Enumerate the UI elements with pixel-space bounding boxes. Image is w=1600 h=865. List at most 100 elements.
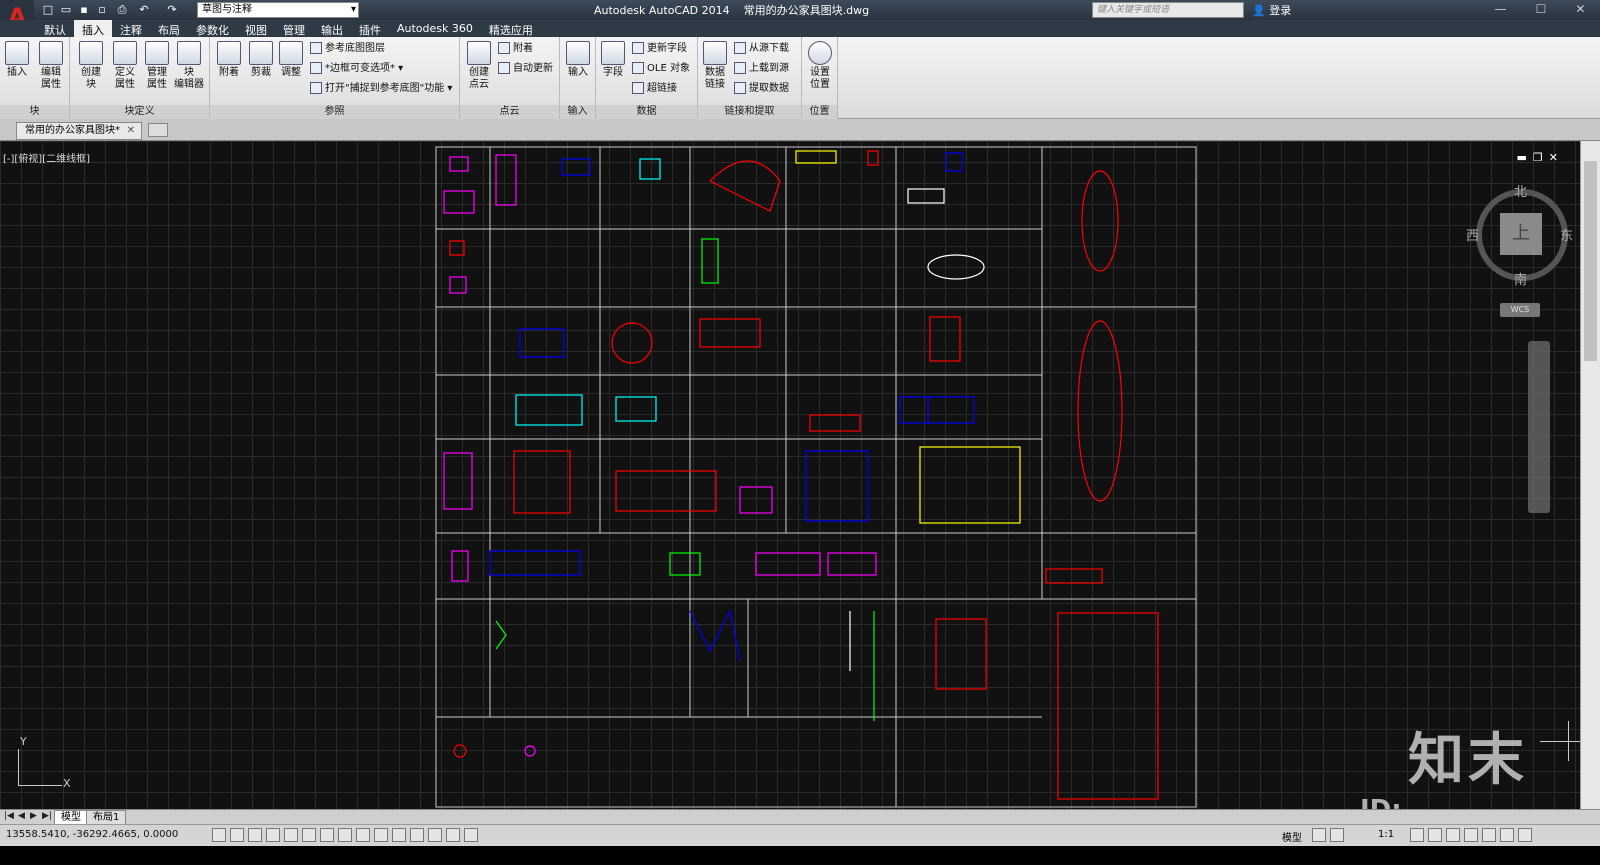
tab-plugins[interactable]: 插件 (351, 20, 389, 37)
panel-link-extract-title[interactable]: 链接和提取 (698, 105, 801, 119)
set-location-button[interactable]: 设置 位置 (805, 41, 835, 91)
first-layout-icon[interactable]: |◀ (4, 811, 14, 821)
upload-to-source-button[interactable]: 上载到源 (734, 61, 789, 77)
ortho-mode-icon[interactable] (266, 828, 280, 842)
define-attribute-button[interactable]: 定义 属性 (110, 41, 140, 91)
undo-icon[interactable]: ↶ (136, 2, 152, 18)
insert-block-button[interactable]: 插入 (2, 41, 32, 79)
update-fields-button[interactable]: 更新字段 (632, 41, 687, 57)
hyperlink-button[interactable]: 超链接 (632, 81, 677, 97)
status-menu-icon[interactable] (1500, 828, 1514, 842)
login-button[interactable]: 👤 登录 (1252, 2, 1291, 18)
point-cloud-attach-button[interactable]: 附着 (498, 41, 533, 57)
panel-import-title[interactable]: 输入 (560, 105, 595, 119)
manage-attribute-button[interactable]: 管理 属性 (142, 41, 172, 91)
viewcube-top-face[interactable]: 上 (1500, 213, 1542, 255)
adjust-button[interactable]: 调整 (276, 41, 306, 79)
last-layout-icon[interactable]: ▶| (42, 811, 52, 821)
lineweight-icon[interactable] (392, 828, 406, 842)
import-button[interactable]: 输入 (563, 41, 593, 79)
tab-layout1[interactable]: 布局1 (86, 810, 127, 825)
clip-button[interactable]: 剪裁 (246, 41, 276, 79)
hardware-acceleration-icon[interactable] (1464, 828, 1478, 842)
viewport-controls-label[interactable]: [-][俯视][二维线框] (3, 150, 90, 165)
panel-location-title[interactable]: 位置 (802, 105, 837, 119)
minimize-viewport-icon[interactable]: ▬ (1517, 151, 1533, 164)
ole-object-button[interactable]: OLE 对象 (632, 61, 690, 77)
scroll-thumb[interactable] (1584, 161, 1597, 361)
clean-screen-icon[interactable] (1518, 828, 1532, 842)
close-tab-icon[interactable]: ✕ (127, 123, 135, 139)
edit-attribute-button[interactable]: 编辑 属性 (36, 41, 66, 91)
dynamic-input-icon[interactable] (374, 828, 388, 842)
tab-insert[interactable]: 插入 (74, 20, 112, 37)
viewcube[interactable]: 上 北 南 东 西 (1466, 181, 1576, 289)
save-as-icon[interactable]: ▫ (94, 2, 110, 18)
tab-autodesk360[interactable]: Autodesk 360 (389, 20, 481, 37)
annotation-visibility-icon[interactable] (1410, 828, 1424, 842)
print-icon[interactable]: ⎙ (114, 2, 130, 18)
panel-point-cloud-title[interactable]: 点云 (460, 105, 559, 119)
navigation-bar[interactable] (1528, 341, 1550, 513)
object-snap-tracking-icon[interactable] (338, 828, 352, 842)
minimize-icon[interactable]: — (1495, 0, 1507, 20)
document-tab[interactable]: 常用的办公家具图块* ✕ (16, 122, 142, 140)
panel-reference-title[interactable]: 参照 (210, 105, 459, 119)
auto-update-button[interactable]: 自动更新 (498, 61, 553, 77)
new-tab-button[interactable] (148, 123, 168, 137)
create-block-button[interactable]: 创建 块 (76, 41, 106, 91)
cursor-coordinates[interactable]: 13558.5410, -36292.4665, 0.0000 (6, 829, 178, 840)
attach-button[interactable]: 附着 (214, 41, 244, 79)
download-from-source-button[interactable]: 从源下载 (734, 41, 789, 57)
tab-default[interactable]: 默认 (36, 20, 74, 37)
object-snap-icon[interactable] (302, 828, 316, 842)
tab-manage[interactable]: 管理 (275, 20, 313, 37)
block-editor-button[interactable]: 块 编辑器 (174, 41, 204, 91)
close-viewport-icon[interactable]: ✕ (1549, 151, 1564, 164)
isolate-objects-icon[interactable] (1482, 828, 1496, 842)
tab-layout[interactable]: 布局 (150, 20, 188, 37)
tab-parametric[interactable]: 参数化 (188, 20, 237, 37)
close-icon[interactable]: ✕ (1575, 0, 1585, 20)
quick-view-layouts-icon[interactable] (1312, 828, 1326, 842)
quick-properties-icon[interactable] (428, 828, 442, 842)
redo-icon[interactable]: ↷ (164, 2, 180, 18)
grid-display-icon[interactable] (248, 828, 262, 842)
next-layout-icon[interactable]: ▶ (30, 811, 37, 821)
wcs-menu[interactable]: WCS (1500, 303, 1540, 317)
snap-underlay-dropdown[interactable]: 打开"捕捉到参考底图"功能 ▾ (310, 81, 452, 97)
3d-object-snap-icon[interactable] (320, 828, 334, 842)
maximize-icon[interactable]: ☐ (1536, 0, 1547, 20)
frames-dropdown[interactable]: *边框可变选项* ▾ (310, 61, 403, 77)
annotation-scale[interactable]: 1:1 (1378, 829, 1394, 840)
snap-mode-icon[interactable] (230, 828, 244, 842)
extract-data-button[interactable]: 提取数据 (734, 81, 789, 97)
restore-viewport-icon[interactable]: ❐ (1533, 151, 1549, 164)
compass-south[interactable]: 南 (1514, 269, 1527, 288)
transparency-icon[interactable] (410, 828, 424, 842)
dynamic-ucs-icon[interactable] (356, 828, 370, 842)
compass-east[interactable]: 东 (1560, 225, 1573, 244)
prev-layout-icon[interactable]: ◀ (18, 811, 25, 821)
search-input[interactable]: 键入关键字或短语 (1092, 2, 1244, 18)
polar-tracking-icon[interactable] (284, 828, 298, 842)
field-button[interactable]: 字段 (598, 41, 628, 79)
compass-north[interactable]: 北 (1514, 181, 1527, 200)
tab-view[interactable]: 视图 (237, 20, 275, 37)
selection-cycling-icon[interactable] (446, 828, 460, 842)
data-link-button[interactable]: 数据 链接 (700, 41, 730, 91)
open-file-icon[interactable]: ▭ (58, 2, 74, 18)
panel-data-title[interactable]: 数据 (596, 105, 697, 119)
infer-constraints-icon[interactable] (212, 828, 226, 842)
new-file-icon[interactable]: □ (40, 2, 56, 18)
create-point-cloud-button[interactable]: 创建 点云 (464, 41, 494, 91)
drawing-canvas[interactable]: [-][俯视][二维线框] ▬❐✕ 上 北 南 东 西 WCS Y X 知末 (0, 141, 1580, 809)
workspace-switch-icon[interactable] (1428, 828, 1442, 842)
quick-view-drawings-icon[interactable] (1330, 828, 1344, 842)
model-space-button[interactable]: 模型 (1282, 829, 1302, 844)
tab-output[interactable]: 输出 (313, 20, 351, 37)
tab-model[interactable]: 模型 (54, 810, 88, 825)
tab-annotate[interactable]: 注释 (112, 20, 150, 37)
compass-west[interactable]: 西 (1466, 225, 1479, 244)
lock-ui-icon[interactable] (1446, 828, 1460, 842)
